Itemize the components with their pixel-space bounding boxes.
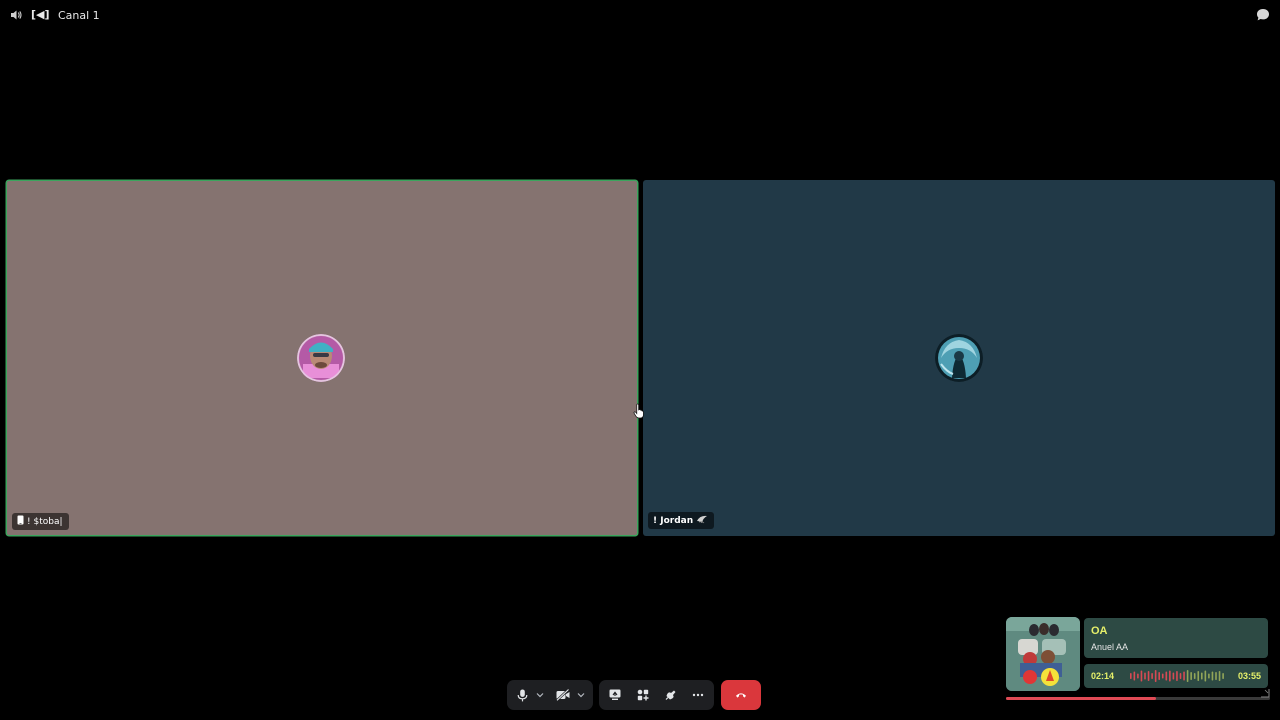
video-options-dropdown[interactable]	[574, 680, 588, 710]
album-cover	[1006, 617, 1080, 691]
chevron-down-icon	[577, 692, 585, 698]
waveform-bar	[1130, 673, 1132, 679]
participant-name: ! Jordan	[653, 515, 694, 526]
mobile-phone-icon	[17, 515, 24, 528]
waveform-bar	[1211, 671, 1214, 681]
channel-name[interactable]: Canal 1	[58, 9, 100, 22]
waveform-bar	[1186, 670, 1189, 682]
screen-share-icon	[609, 689, 621, 701]
participant-nameplate: ! $toba|	[12, 513, 69, 530]
speaker-icon[interactable]	[9, 8, 23, 22]
waveform-bar	[1144, 672, 1146, 680]
activity-controls	[599, 680, 714, 710]
waveform-bar	[1201, 672, 1203, 680]
waveform-bar	[1137, 673, 1139, 679]
soundboard-button[interactable]	[661, 680, 681, 710]
disconnect-button[interactable]	[721, 680, 761, 710]
waveform	[1130, 670, 1224, 682]
waveform-bar	[1165, 671, 1168, 681]
hand-cursor-icon	[633, 403, 645, 419]
waveform-bar	[1208, 673, 1210, 679]
waveform-bar	[1151, 673, 1153, 679]
waveform-bar	[1197, 671, 1200, 681]
activities-icon	[637, 689, 649, 701]
track-artist: Anuel AA	[1091, 642, 1129, 652]
waveform-bar	[1193, 673, 1196, 679]
microphone-icon	[517, 689, 528, 702]
waveform-bar	[1204, 670, 1207, 682]
avatar	[935, 334, 983, 382]
waveform-bar	[1154, 670, 1157, 682]
more-icon	[692, 693, 704, 697]
waveform-bar	[1222, 673, 1224, 679]
track-info: OA Anuel AA	[1084, 618, 1268, 658]
track-progress-fill	[1006, 697, 1157, 700]
waveform-bar	[1176, 671, 1178, 681]
participant-nameplate: ! Jordan	[648, 512, 715, 529]
camera-button[interactable]	[554, 680, 572, 710]
playback-bar: 02:14 03:55	[1084, 664, 1268, 688]
call-controls	[507, 680, 763, 710]
avatar	[297, 334, 345, 382]
participant-name: ! $toba|	[27, 516, 63, 527]
waveform-bar	[1190, 672, 1192, 680]
soundboard-icon	[665, 689, 677, 701]
waveform-bar	[1161, 673, 1164, 679]
participant-tile[interactable]: ! Jordan	[643, 180, 1275, 536]
elapsed-time: 02:14	[1091, 671, 1115, 681]
audio-video-controls	[507, 680, 593, 710]
voice-channel-header: [◀] Canal 1	[0, 0, 1280, 30]
hang-up-icon	[735, 686, 747, 704]
channel-prefix: [◀]	[31, 8, 50, 21]
chevron-down-icon	[536, 692, 544, 698]
total-time: 03:55	[1237, 671, 1261, 681]
waveform-bar	[1218, 671, 1221, 681]
waveform-bar	[1147, 671, 1150, 681]
resize-handle-icon[interactable]	[1260, 685, 1270, 698]
activities-button[interactable]	[633, 680, 653, 710]
waveform-bar	[1133, 671, 1136, 681]
waveform-bar	[1215, 672, 1217, 680]
mute-button[interactable]	[513, 680, 531, 710]
more-button[interactable]	[688, 680, 708, 710]
now-playing-widget: OA Anuel AA 02:14 03:55	[1006, 617, 1270, 701]
waveform-bar	[1179, 673, 1182, 679]
waveform-bar	[1140, 670, 1143, 682]
waveform-bar	[1158, 672, 1160, 680]
participant-tile[interactable]: ! $toba|	[6, 180, 638, 536]
audio-options-dropdown[interactable]	[533, 680, 547, 710]
waveform-bar	[1172, 672, 1175, 680]
waveform-bar	[1169, 670, 1171, 682]
waveform-bar	[1183, 671, 1185, 681]
camera-off-icon	[556, 689, 570, 701]
chat-bubble-icon[interactable]	[1255, 7, 1271, 23]
wing-badge-icon	[696, 515, 708, 527]
track-progress-bar[interactable]	[1006, 697, 1270, 700]
screen-share-button[interactable]	[605, 680, 625, 710]
track-title: OA	[1091, 625, 1108, 637]
